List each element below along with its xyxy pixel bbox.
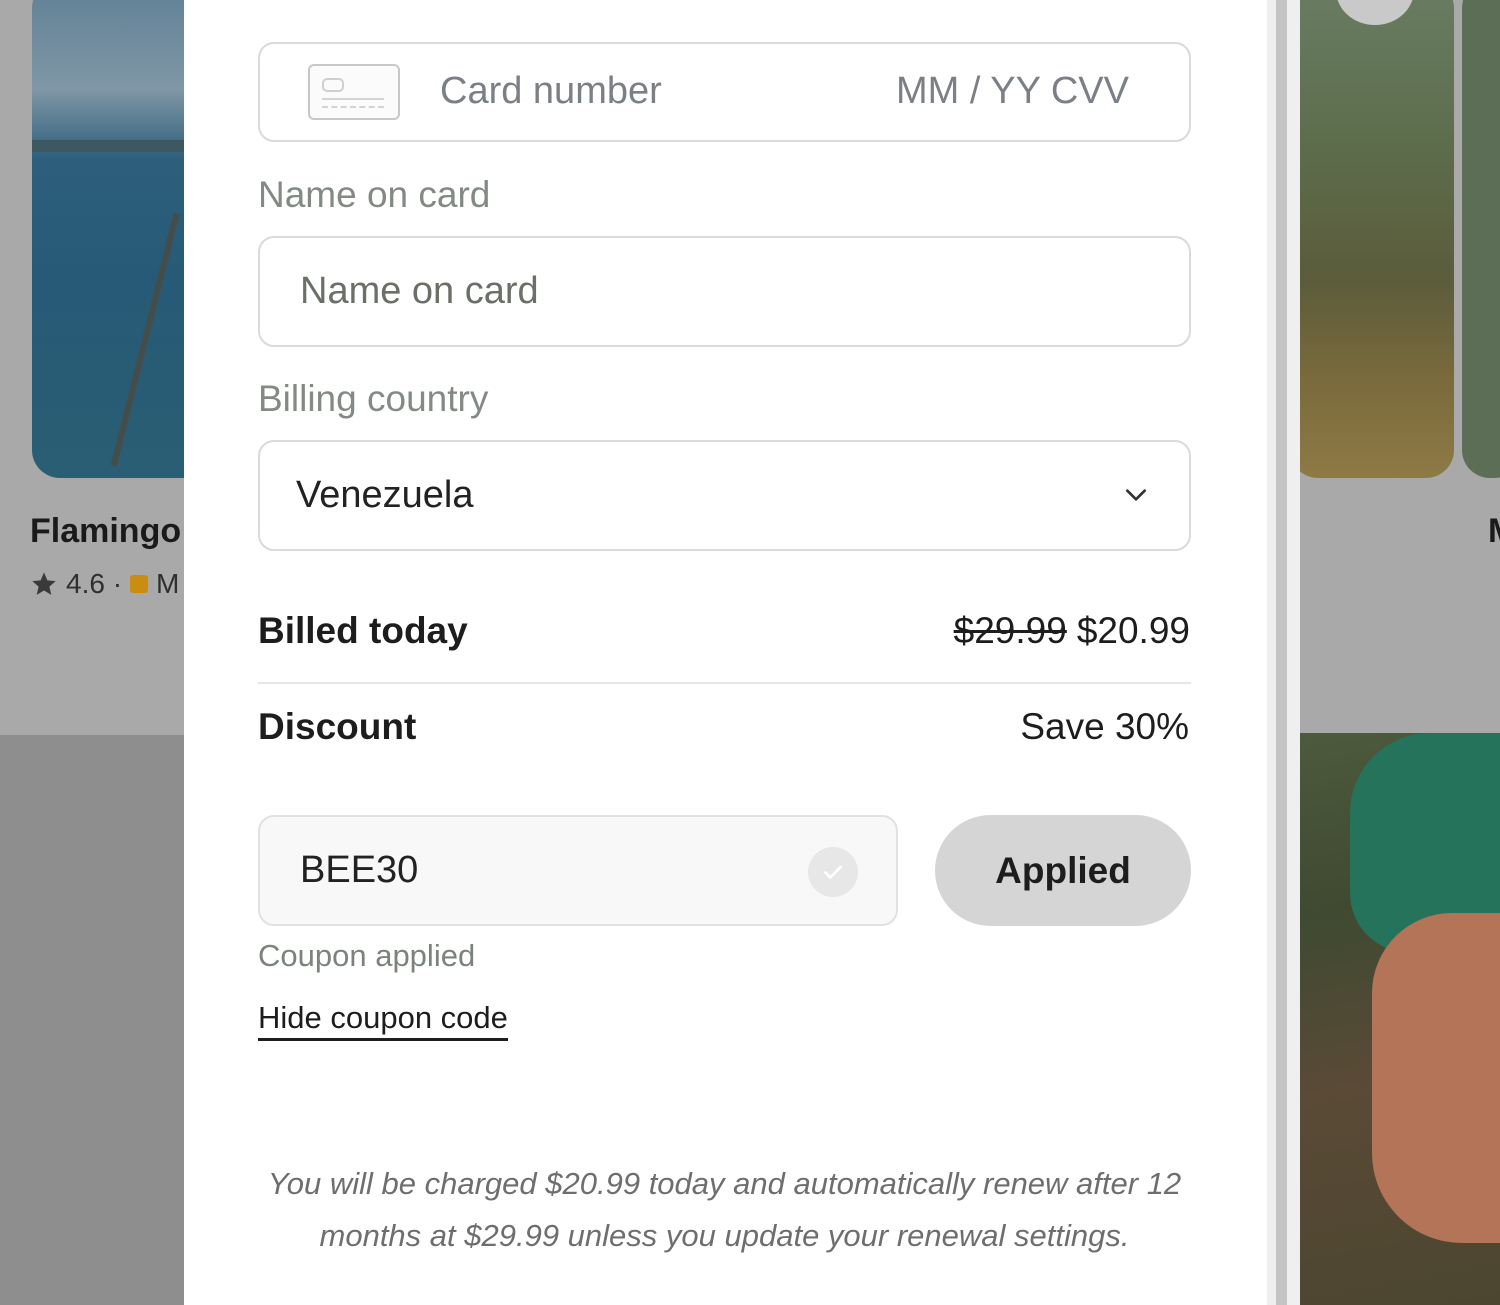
destination-title-left: Flamingo: [30, 512, 182, 550]
check-mark-icon: [824, 865, 842, 879]
destination-photo-right: [1290, 0, 1454, 478]
category-label: M: [156, 568, 180, 599]
photo-branch: [110, 213, 180, 467]
hide-coupon-code-link[interactable]: Hide coupon code: [258, 1000, 508, 1041]
coupon-code-input[interactable]: BEE30: [300, 849, 418, 892]
name-on-card-field[interactable]: Name on card: [258, 236, 1191, 347]
billed-today-value: $29.99 $20.99: [954, 610, 1190, 652]
modal-scrollbar[interactable]: [1267, 0, 1300, 1305]
card-dashes: [322, 106, 384, 108]
star-icon: [32, 572, 56, 595]
card-number-field[interactable]: Card number MM / YY CVV: [258, 42, 1191, 142]
card-chip: [322, 78, 344, 92]
discounted-price: $20.99: [1076, 610, 1190, 651]
name-on-card-input[interactable]: Name on card: [300, 270, 539, 313]
billing-country-select[interactable]: Venezuela: [258, 440, 1191, 551]
coupon-code-field[interactable]: BEE30: [258, 815, 898, 926]
summary-divider: [258, 682, 1191, 684]
check-icon: [808, 847, 858, 897]
photo-face: [1372, 913, 1500, 1243]
coupon-status-text: Coupon applied: [258, 938, 476, 973]
expiry-cvv-input[interactable]: MM / YY CVV: [896, 70, 1129, 113]
destination-title-right: M: [1488, 512, 1500, 551]
discount-value: Save 30%: [1020, 706, 1189, 747]
apply-coupon-button[interactable]: Applied: [935, 815, 1191, 926]
person-photo: [1300, 733, 1500, 1305]
billing-country-label: Billing country: [258, 378, 489, 419]
destination-photo-far-right: [1462, 0, 1500, 478]
original-price: $29.99: [953, 610, 1067, 651]
category-badge-icon: [130, 575, 149, 593]
renewal-disclaimer: You will be charged $20.99 today and aut…: [267, 1166, 1182, 1253]
billing-country-value: Venezuela: [296, 474, 474, 516]
scrollbar-thumb[interactable]: [1276, 0, 1287, 1305]
card-line: [322, 98, 384, 100]
credit-card-icon: [308, 64, 400, 120]
name-on-card-label: Name on card: [258, 174, 491, 215]
rating-value: 4.6 ·: [66, 568, 123, 599]
discount-label: Discount: [258, 706, 417, 747]
billed-today-label: Billed today: [258, 610, 468, 651]
card-number-input[interactable]: Card number: [440, 70, 662, 113]
destination-meta-left: 4.6 · M: [30, 568, 179, 600]
chevron-down-icon: [1125, 489, 1147, 501]
